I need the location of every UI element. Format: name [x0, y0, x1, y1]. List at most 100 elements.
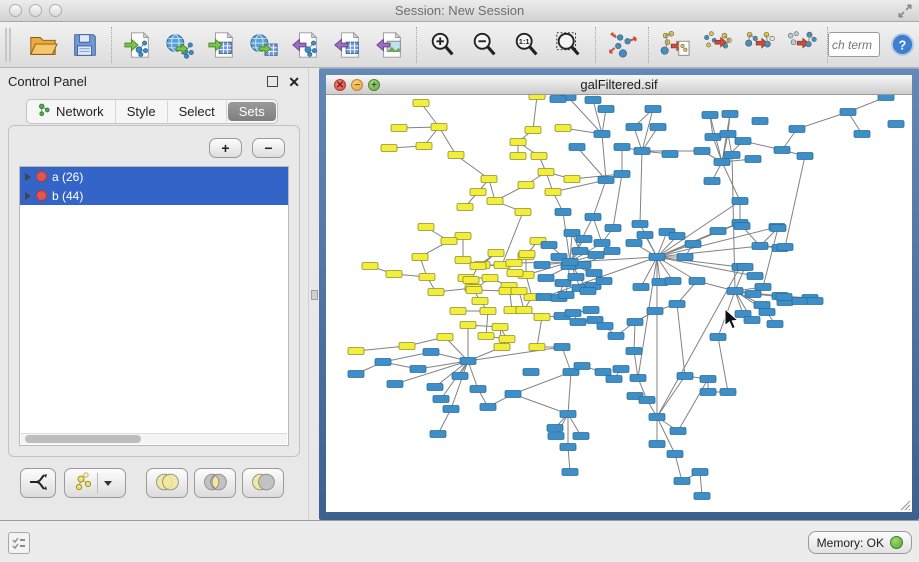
graph-node-blue[interactable]	[649, 441, 665, 448]
network-frame-titlebar[interactable]: ✕ − + galFiltered.sif	[326, 75, 912, 95]
graph-node-blue[interactable]	[727, 288, 743, 295]
graph-node-yellow[interactable]	[488, 250, 504, 257]
graph-node-blue[interactable]	[797, 153, 813, 160]
graph-node-blue[interactable]	[767, 321, 783, 328]
graph-node-blue[interactable]	[878, 95, 894, 101]
graph-node-yellow[interactable]	[381, 145, 397, 152]
graph-node-blue[interactable]	[755, 284, 771, 291]
graph-node-yellow[interactable]	[481, 176, 497, 183]
graph-node-blue[interactable]	[759, 309, 775, 316]
graph-node-yellow[interactable]	[518, 182, 534, 189]
graph-node-blue[interactable]	[586, 270, 602, 277]
graph-node-yellow[interactable]	[386, 271, 402, 278]
graph-node-blue[interactable]	[840, 109, 856, 116]
graph-node-blue[interactable]	[677, 254, 693, 261]
graph-node-blue[interactable]	[639, 397, 655, 404]
graph-node-blue[interactable]	[700, 389, 716, 396]
extract-set-button[interactable]	[64, 468, 126, 498]
graph-node-blue[interactable]	[608, 333, 624, 340]
graph-node-yellow[interactable]	[450, 308, 466, 315]
graph-node-blue[interactable]	[792, 298, 808, 305]
graph-node-blue[interactable]	[694, 148, 710, 155]
scrollbar-thumb[interactable]	[25, 435, 141, 443]
graph-node-blue[interactable]	[692, 469, 708, 476]
graph-node-yellow[interactable]	[455, 233, 471, 240]
tab-select[interactable]: Select	[168, 101, 227, 122]
graph-node-yellow[interactable]	[455, 257, 471, 264]
set-list-item[interactable]: b (44)	[20, 186, 288, 205]
graph-node-blue[interactable]	[480, 404, 496, 411]
graph-node-blue[interactable]	[649, 254, 665, 261]
graph-node-yellow[interactable]	[391, 125, 407, 132]
horizontal-scrollbar[interactable]	[21, 433, 287, 444]
graph-node-blue[interactable]	[375, 359, 391, 366]
graph-node-yellow[interactable]	[412, 254, 428, 261]
graph-node-blue[interactable]	[541, 242, 557, 249]
graph-node-blue[interactable]	[560, 411, 576, 418]
tab-network[interactable]: Network	[27, 100, 116, 123]
graph-node-yellow[interactable]	[437, 334, 453, 341]
graph-node-blue[interactable]	[348, 371, 364, 378]
graph-node-yellow[interactable]	[399, 343, 415, 350]
graph-node-blue[interactable]	[704, 178, 720, 185]
graph-node-blue[interactable]	[569, 144, 585, 151]
graph-node-blue[interactable]	[596, 278, 612, 285]
graph-node-yellow[interactable]	[534, 314, 550, 321]
import-network-file-icon[interactable]	[122, 29, 154, 61]
graph-node-yellow[interactable]	[362, 263, 378, 270]
zoom-in-icon[interactable]	[427, 29, 459, 61]
graph-node-blue[interactable]	[536, 294, 552, 301]
graph-node-blue[interactable]	[669, 301, 685, 308]
import-table-web-icon[interactable]	[248, 29, 280, 61]
graph-node-blue[interactable]	[572, 248, 588, 255]
graph-node-blue[interactable]	[777, 244, 793, 251]
export-network-icon[interactable]	[290, 29, 322, 61]
graph-node-blue[interactable]	[807, 298, 823, 305]
graph-node-blue[interactable]	[700, 376, 716, 383]
graph-node-blue[interactable]	[662, 151, 678, 158]
graph-node-blue[interactable]	[598, 177, 614, 184]
graph-node-yellow[interactable]	[494, 344, 510, 351]
graph-node-blue[interactable]	[534, 262, 550, 269]
float-panel-icon[interactable]	[267, 76, 278, 87]
graph-node-blue[interactable]	[710, 228, 726, 235]
graph-node-blue[interactable]	[702, 112, 718, 119]
graph-node-blue[interactable]	[430, 431, 446, 438]
graph-node-blue[interactable]	[423, 349, 439, 356]
graph-node-yellow[interactable]	[515, 209, 531, 216]
new-network-from-selection-file-icon[interactable]	[659, 29, 691, 61]
graph-node-blue[interactable]	[665, 278, 681, 285]
graph-node-yellow[interactable]	[472, 298, 488, 305]
resize-grip-icon[interactable]	[897, 497, 911, 511]
graph-node-yellow[interactable]	[510, 139, 526, 146]
expand-triangle-icon[interactable]	[25, 192, 31, 200]
graph-node-yellow[interactable]	[460, 322, 476, 329]
graph-node-blue[interactable]	[626, 124, 642, 131]
graph-node-blue[interactable]	[614, 144, 630, 151]
graph-node-blue[interactable]	[670, 428, 686, 435]
remove-set-button[interactable]: −	[252, 138, 285, 158]
graph-node-blue[interactable]	[634, 148, 650, 155]
difference-button[interactable]	[242, 468, 284, 498]
graph-node-blue[interactable]	[626, 348, 642, 355]
tab-style[interactable]: Style	[116, 101, 168, 122]
graph-node-yellow[interactable]	[529, 95, 545, 100]
graph-node-blue[interactable]	[649, 414, 665, 421]
graph-node-blue[interactable]	[570, 319, 586, 326]
graph-node-blue[interactable]	[720, 131, 736, 138]
graph-node-blue[interactable]	[854, 131, 870, 138]
graph-node-blue[interactable]	[630, 375, 646, 382]
graph-node-blue[interactable]	[594, 131, 610, 138]
open-icon[interactable]	[27, 29, 59, 61]
help-icon[interactable]: ?	[890, 32, 915, 57]
graph-node-yellow[interactable]	[525, 127, 541, 134]
graph-node-blue[interactable]	[548, 433, 564, 440]
graph-node-yellow[interactable]	[470, 263, 486, 270]
graph-node-blue[interactable]	[724, 152, 740, 159]
graph-node-blue[interactable]	[613, 366, 629, 373]
graph-node-blue[interactable]	[737, 264, 753, 271]
graph-node-blue[interactable]	[774, 147, 790, 154]
graph-node-yellow[interactable]	[506, 260, 522, 267]
graph-node-blue[interactable]	[573, 433, 589, 440]
expand-triangle-icon[interactable]	[25, 173, 31, 181]
